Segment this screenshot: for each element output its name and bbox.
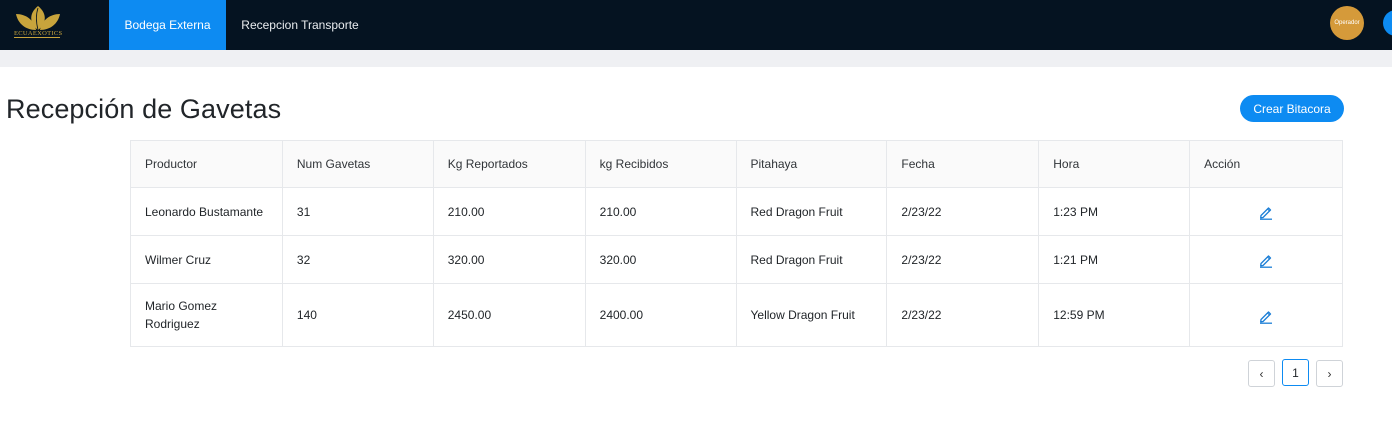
cell-accion <box>1189 283 1343 347</box>
page-title: Recepción de Gavetas <box>6 94 282 124</box>
cell-kg-reportados: 2450.00 <box>432 283 586 347</box>
cell-productor: Mario Gomez Rodriguez <box>130 283 283 347</box>
cell-hora: 1:21 PM <box>1038 235 1191 284</box>
pagination-page-1[interactable]: 1 <box>1282 359 1309 386</box>
cell-fecha: 2/23/22 <box>886 235 1040 284</box>
cell-fecha: 2/23/22 <box>886 187 1040 236</box>
edit-icon[interactable] <box>1258 308 1274 324</box>
cell-pitahaya: Red Dragon Fruit <box>735 187 888 236</box>
secondary-avatar[interactable] <box>1383 10 1392 36</box>
cell-hora: 12:59 PM <box>1038 283 1191 347</box>
header-kg-recibidos[interactable]: kg Recibidos <box>584 140 737 188</box>
header-num-gavetas[interactable]: Num Gavetas <box>281 140 434 188</box>
cell-num-gavetas: 31 <box>281 187 434 236</box>
create-bitacora-button[interactable]: Crear Bitacora <box>1240 95 1344 122</box>
logo-underline <box>14 37 60 38</box>
header-kg-reportados[interactable]: Kg Reportados <box>432 140 586 188</box>
cell-productor: Wilmer Cruz <box>130 235 283 284</box>
pagination-prev-button[interactable]: ‹ <box>1248 360 1275 387</box>
table-row: Mario Gomez Rodriguez 140 2450.00 2400.0… <box>130 283 1343 347</box>
cell-kg-recibidos: 210.00 <box>584 187 737 236</box>
tab-recepcion-transporte[interactable]: Recepcion Transporte <box>226 0 374 50</box>
header-pitahaya[interactable]: Pitahaya <box>735 140 888 188</box>
tab-bodega-externa[interactable]: Bodega Externa <box>109 0 226 50</box>
cell-accion <box>1189 187 1343 236</box>
header-productor[interactable]: Productor <box>130 140 283 188</box>
cell-pitahaya: Yellow Dragon Fruit <box>735 283 888 347</box>
user-avatar[interactable]: Operador <box>1330 6 1364 40</box>
cell-accion <box>1189 235 1343 284</box>
cell-num-gavetas: 140 <box>281 283 434 347</box>
table-header-row: Productor Num Gavetas Kg Reportados kg R… <box>130 140 1343 188</box>
table-row: Leonardo Bustamante 31 210.00 210.00 Red… <box>130 187 1343 236</box>
sub-header-bar <box>0 50 1392 67</box>
cell-pitahaya: Red Dragon Fruit <box>735 235 888 284</box>
header-hora[interactable]: Hora <box>1038 140 1191 188</box>
logo-text: ECUAEXOTICS <box>14 30 63 37</box>
cell-num-gavetas: 32 <box>281 235 434 284</box>
cell-kg-recibidos: 320.00 <box>584 235 737 284</box>
cell-kg-recibidos: 2400.00 <box>584 283 737 347</box>
cell-hora: 1:23 PM <box>1038 187 1191 236</box>
edit-icon[interactable] <box>1258 252 1274 269</box>
receptions-table: Productor Num Gavetas Kg Reportados kg R… <box>130 140 1343 347</box>
top-navbar: ECUAEXOTICS Bodega Externa Recepcion Tra… <box>0 0 1392 50</box>
header-accion: Acción <box>1189 140 1343 188</box>
cell-kg-reportados: 210.00 <box>432 187 586 236</box>
cell-kg-reportados: 320.00 <box>432 235 586 284</box>
edit-icon[interactable] <box>1258 204 1274 221</box>
cell-productor: Leonardo Bustamante <box>130 187 283 236</box>
table-row: Wilmer Cruz 32 320.00 320.00 Red Dragon … <box>130 235 1343 284</box>
header-fecha[interactable]: Fecha <box>886 140 1040 188</box>
cell-fecha: 2/23/22 <box>886 283 1040 347</box>
pagination-next-button[interactable]: › <box>1316 360 1343 387</box>
